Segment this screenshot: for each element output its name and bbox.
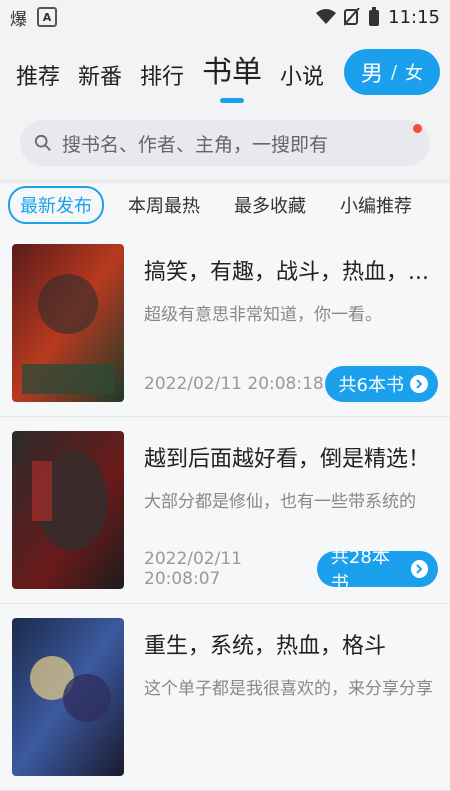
item-info: 重生，系统，热血，格斗 这个单子都是我很喜欢的，来分享分享 bbox=[144, 618, 438, 776]
no-sim-icon bbox=[344, 8, 360, 26]
book-count-button[interactable]: 共28本书 bbox=[316, 547, 438, 594]
notification-dot bbox=[413, 124, 422, 133]
search-bar[interactable]: 搜书名、作者、主角，一搜即有 bbox=[20, 120, 430, 166]
list-item[interactable]: 越到后面越好看，倒是精选！ 大部分都是修仙，也有一些带系统的 2022/02/1… bbox=[0, 417, 450, 604]
sort-tabs: 最新发布 本周最热 最多收藏 小编推荐 bbox=[0, 180, 450, 230]
subtab-most-favorited[interactable]: 最多收藏 bbox=[224, 186, 316, 224]
tab-recommend[interactable]: 推荐 bbox=[16, 59, 60, 97]
tab-new-series[interactable]: 新番 bbox=[78, 59, 122, 97]
tab-booklist[interactable]: 书单 bbox=[202, 47, 262, 97]
chevron-right-icon bbox=[410, 560, 428, 578]
status-left: 爆 A bbox=[10, 5, 57, 30]
item-description: 这个单子都是我很喜欢的，来分享分享 bbox=[144, 679, 433, 699]
item-info: 越到后面越好看，倒是精选！ 大部分都是修仙，也有一些带系统的 2022/02/1… bbox=[144, 431, 438, 594]
book-count-label: 共6本书 bbox=[338, 375, 404, 396]
clock-time: 11:15 bbox=[388, 6, 440, 28]
cover-image bbox=[12, 431, 124, 589]
item-description: 超级有意思非常知道，你一看。 bbox=[144, 305, 382, 325]
item-info: 搞笑，有趣，战斗，热血，... 超级有意思非常知道，你一看。 2022/02/1… bbox=[144, 244, 438, 402]
tab-ranking[interactable]: 排行 bbox=[140, 59, 184, 97]
gender-separator: / bbox=[390, 61, 398, 83]
section-divider bbox=[0, 166, 450, 180]
cover-image bbox=[12, 244, 124, 402]
chevron-right-icon bbox=[410, 375, 428, 393]
battery-icon bbox=[369, 7, 380, 26]
gender-female-label: 女 bbox=[405, 63, 424, 84]
item-date: 2022/02/11 20:08:18 bbox=[144, 374, 324, 394]
booklist-list: 搞笑，有趣，战斗，热血，... 超级有意思非常知道，你一看。 2022/02/1… bbox=[0, 230, 450, 791]
search-icon bbox=[34, 134, 51, 151]
top-navigation: 推荐 新番 排行 书单 小说 男 / 女 bbox=[0, 34, 450, 110]
subtab-weekly-hot[interactable]: 本周最热 bbox=[118, 186, 210, 224]
gender-male-label: 男 bbox=[360, 62, 383, 87]
item-date: 2022/02/11 20:08:07 bbox=[144, 549, 242, 589]
subtab-latest[interactable]: 最新发布 bbox=[8, 186, 104, 224]
tab-novel[interactable]: 小说 bbox=[280, 59, 324, 97]
wifi-icon bbox=[316, 9, 337, 24]
item-title: 越到后面越好看，倒是精选！ bbox=[144, 447, 431, 472]
status-bar: 爆 A 11:15 bbox=[0, 0, 450, 34]
search-placeholder: 搜书名、作者、主角，一搜即有 bbox=[62, 133, 329, 156]
notification-a-icon: A bbox=[37, 7, 57, 27]
item-description: 大部分都是修仙，也有一些带系统的 bbox=[144, 492, 416, 512]
item-meta: 2022/02/11 20:08:18 共6本书 bbox=[144, 366, 438, 402]
gender-toggle[interactable]: 男 / 女 bbox=[344, 49, 440, 95]
item-title: 重生，系统，热血，格斗 bbox=[144, 634, 387, 659]
book-count-button[interactable]: 共6本书 bbox=[324, 366, 438, 402]
item-title: 搞笑，有趣，战斗，热血，... bbox=[144, 260, 429, 285]
list-item[interactable]: 重生，系统，热血，格斗 这个单子都是我很喜欢的，来分享分享 bbox=[0, 604, 450, 791]
cover-image bbox=[12, 618, 124, 776]
item-meta: 2022/02/11 20:08:07 共28本书 bbox=[144, 547, 438, 594]
book-count-label: 共28本书 bbox=[330, 547, 390, 594]
category-tabs: 推荐 新番 排行 书单 小说 bbox=[16, 47, 324, 97]
list-item[interactable]: 搞笑，有趣，战斗，热血，... 超级有意思非常知道，你一看。 2022/02/1… bbox=[0, 230, 450, 417]
status-right: 11:15 bbox=[316, 7, 440, 28]
fire-icon: 爆 bbox=[10, 9, 27, 30]
subtab-editor-picks[interactable]: 小编推荐 bbox=[330, 186, 422, 224]
